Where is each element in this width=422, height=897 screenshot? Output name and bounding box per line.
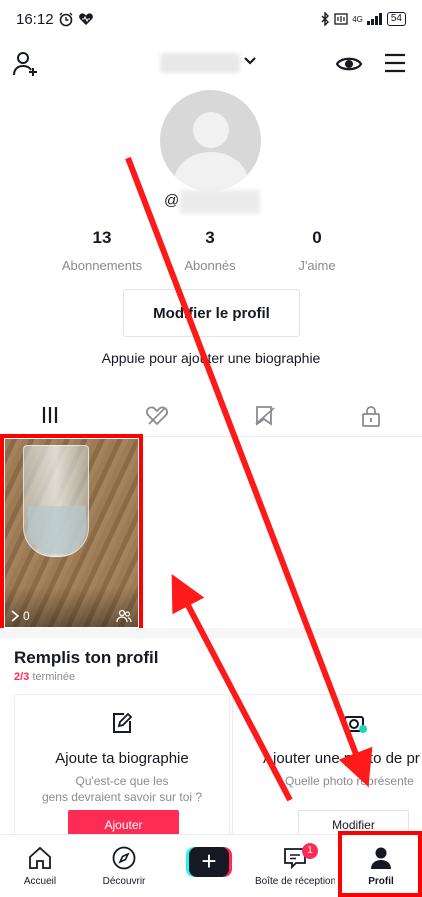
add-user-icon[interactable] bbox=[12, 50, 40, 78]
bluetooth-icon bbox=[321, 12, 330, 26]
menu-icon[interactable] bbox=[383, 52, 407, 74]
tab-videos-grid-icon[interactable] bbox=[40, 405, 60, 425]
chevron-down-icon[interactable] bbox=[242, 52, 258, 68]
inbox-badge: 1 bbox=[302, 843, 318, 859]
profile-tab-highlight-box bbox=[338, 831, 422, 897]
card-desc-line2: gens devraient savoir sur toi ? bbox=[41, 790, 203, 804]
nav-item-discover[interactable]: Découvrir bbox=[84, 845, 164, 887]
status-right: 4G 54 bbox=[320, 12, 406, 26]
handle-prefix: @ bbox=[164, 192, 180, 209]
alarm-icon bbox=[59, 12, 73, 27]
nav-item-inbox[interactable]: Boîte de réception bbox=[255, 845, 335, 887]
stat-value: 0 bbox=[312, 228, 322, 247]
stat-following[interactable]: 13 Abonnements bbox=[42, 228, 162, 273]
status-left-icons bbox=[58, 11, 94, 27]
stat-followers[interactable]: 3 Abonnés bbox=[150, 228, 270, 273]
vibrate-icon bbox=[334, 13, 348, 25]
video-highlight-box bbox=[0, 434, 143, 632]
tab-saved-hidden-icon[interactable] bbox=[253, 405, 277, 427]
stat-label: Abonnements bbox=[61, 258, 143, 273]
handle-blurred bbox=[180, 190, 260, 214]
eye-icon[interactable] bbox=[335, 52, 363, 76]
edit-profile-button[interactable]: Modifier le profil bbox=[123, 289, 300, 337]
stat-label: Abonnés bbox=[184, 258, 236, 273]
progress-count: 2/3 bbox=[14, 671, 30, 683]
stat-value: 13 bbox=[92, 228, 112, 247]
progress-label: terminée bbox=[32, 671, 76, 683]
nav-item-home[interactable]: Accueil bbox=[0, 845, 80, 887]
camera-check-icon bbox=[344, 716, 367, 733]
username-blurred[interactable] bbox=[160, 53, 240, 73]
avatar-body-shape bbox=[174, 152, 248, 191]
nav-label: Boîte de réception bbox=[255, 876, 335, 887]
nav-label: Découvrir bbox=[102, 876, 146, 887]
edit-bio-icon bbox=[113, 712, 133, 733]
health-heart-icon bbox=[79, 13, 93, 25]
fill-profile-title: Remplis ton profil bbox=[14, 648, 159, 667]
bio-card[interactable]: Ajoute ta biographie Qu'est-ce que les g… bbox=[14, 694, 230, 844]
avatar[interactable] bbox=[160, 90, 261, 191]
profile-topbar bbox=[0, 44, 422, 84]
card-desc-line1: Qu'est-ce que les bbox=[75, 774, 169, 788]
compass-icon bbox=[112, 846, 136, 870]
profile-tabs bbox=[0, 397, 422, 437]
card-title: Ajoute ta biographie bbox=[55, 750, 189, 767]
add-bio-hint[interactable]: Appuie pour ajouter une biographie bbox=[0, 350, 422, 366]
card-desc-line1: Quelle photo représente bbox=[285, 774, 414, 788]
tab-liked-hidden-icon[interactable] bbox=[145, 405, 169, 427]
battery-indicator: 54 bbox=[386, 12, 406, 26]
stat-value: 3 bbox=[205, 228, 215, 247]
section-divider bbox=[0, 628, 422, 638]
plus-icon: + bbox=[189, 847, 229, 877]
avatar-head-shape bbox=[193, 112, 229, 148]
nav-label: Accueil bbox=[23, 876, 57, 887]
stat-label: J'aime bbox=[298, 258, 336, 273]
create-video-button[interactable]: + bbox=[186, 847, 232, 877]
network-type: 4G bbox=[352, 14, 363, 24]
photo-card[interactable]: Ajouter une photo de pr Quelle photo rep… bbox=[232, 694, 422, 844]
tab-private-lock-icon[interactable] bbox=[361, 405, 381, 427]
fill-profile-progress: 2/3 terminée bbox=[14, 671, 75, 683]
card-title: Ajouter une photo de pr bbox=[263, 750, 420, 767]
status-bar: 16:12 4G 54 bbox=[0, 0, 422, 40]
status-time: 16:12 bbox=[16, 11, 54, 28]
signal-icon bbox=[366, 13, 382, 25]
stat-likes[interactable]: 0 J'aime bbox=[257, 228, 377, 273]
home-icon bbox=[29, 846, 51, 869]
